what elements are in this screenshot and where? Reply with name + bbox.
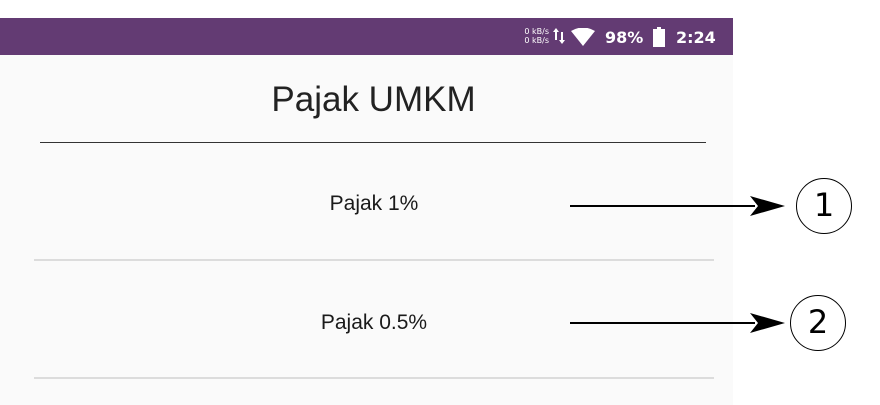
download-speed: 0 kB/s [524, 36, 549, 45]
battery-percent: 98% [605, 28, 644, 47]
status-bar: 0 kB/s 0 kB/s 98% 2:24 [0, 18, 733, 55]
list-divider [34, 377, 714, 379]
clock: 2:24 [676, 28, 716, 47]
callout-marker-1: 1 [796, 178, 852, 234]
screenshot-root: 0 kB/s 0 kB/s 98% 2:24 Pajak UMKM Pajak … [0, 0, 880, 405]
data-arrows-icon [553, 28, 565, 44]
callout-arrow-2 [570, 313, 785, 333]
network-speed: 0 kB/s 0 kB/s [513, 27, 549, 45]
battery-icon [653, 27, 665, 47]
callout-marker-2: 2 [790, 295, 846, 351]
upload-speed: 0 kB/s [524, 27, 549, 36]
callout-arrow-1 [570, 196, 785, 216]
page-title: Pajak UMKM [271, 80, 476, 119]
wifi-icon [571, 28, 595, 46]
